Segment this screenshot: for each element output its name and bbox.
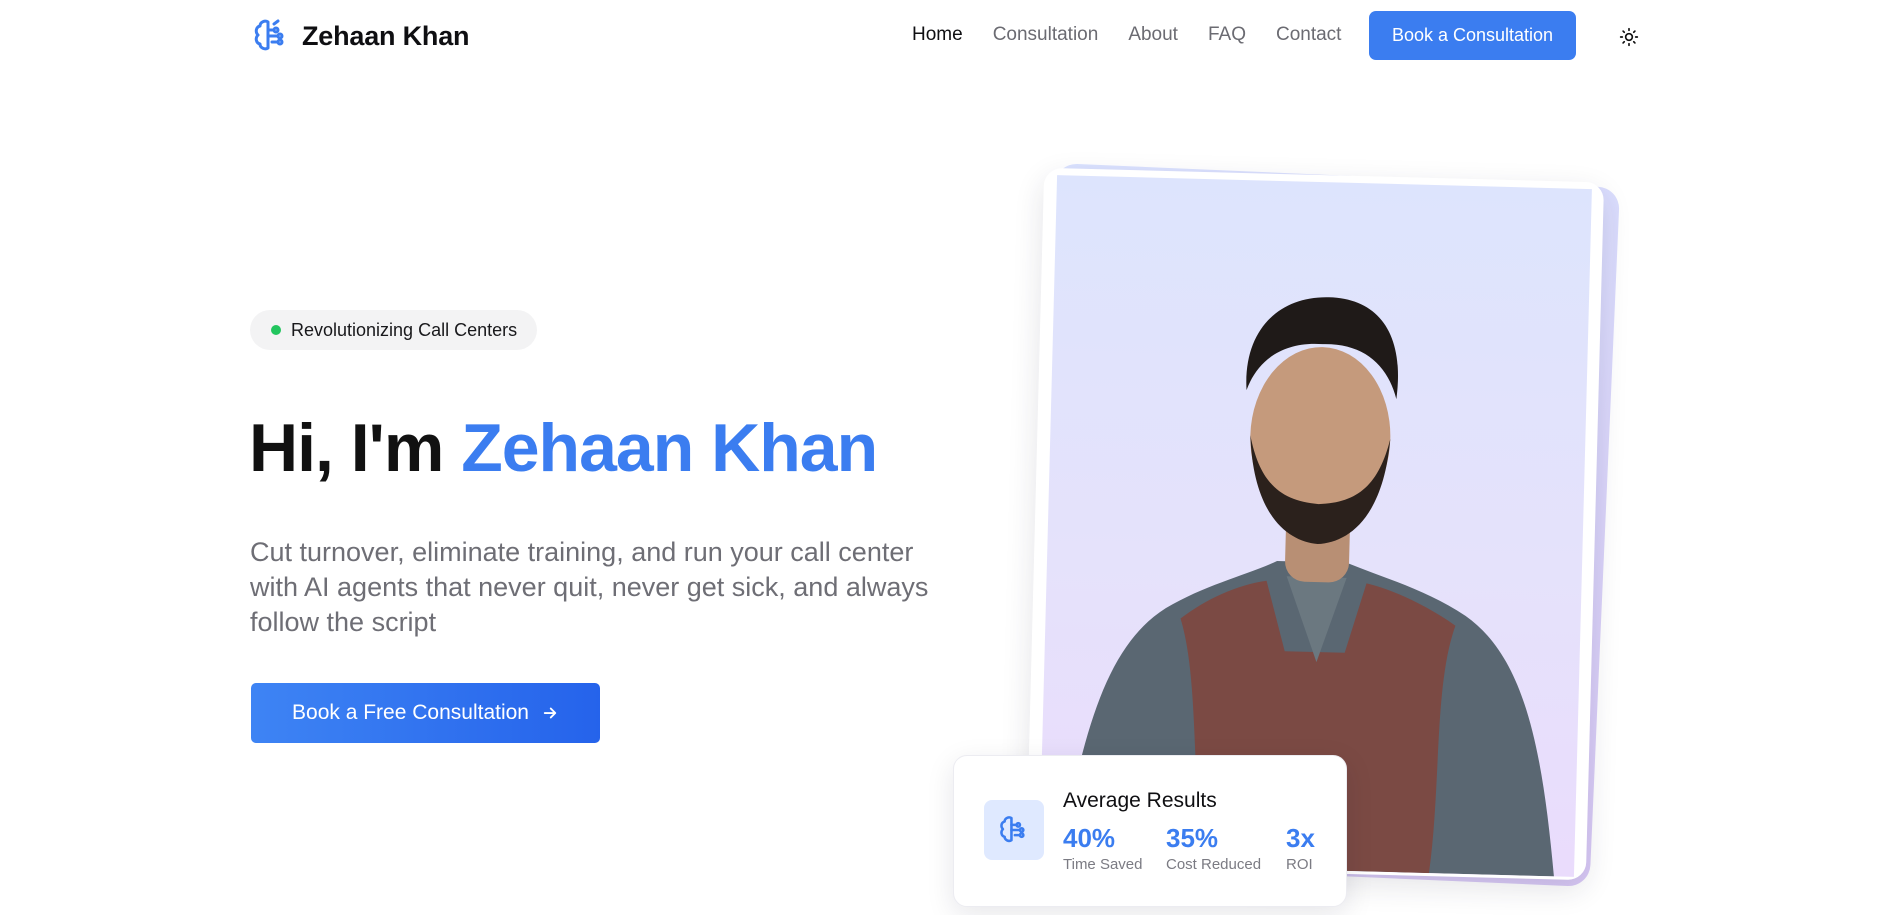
nav-contact[interactable]: Contact bbox=[1276, 24, 1341, 46]
nav-about[interactable]: About bbox=[1128, 24, 1178, 46]
stat-time-saved: 40% Time Saved bbox=[1063, 822, 1142, 873]
hero-title: Hi, I'm Zehaan Khan bbox=[249, 408, 878, 488]
brain-icon bbox=[250, 15, 292, 57]
results-title: Average Results bbox=[1063, 789, 1217, 812]
site-header: Zehaan Khan Home Consultation About FAQ … bbox=[0, 0, 1902, 72]
stat-label: Time Saved bbox=[1063, 856, 1143, 873]
brain-icon bbox=[984, 800, 1044, 860]
cta-label: Book a Free Consultation bbox=[292, 701, 529, 724]
main-nav: Home Consultation About FAQ Contact bbox=[912, 24, 1341, 46]
brand-name: Zehaan Khan bbox=[302, 20, 470, 51]
nav-faq[interactable]: FAQ bbox=[1208, 24, 1246, 46]
theme-toggle[interactable] bbox=[1616, 24, 1642, 50]
nav-consultation[interactable]: Consultation bbox=[993, 24, 1099, 46]
hero-subtitle: Cut turnover, eliminate training, and ru… bbox=[250, 537, 929, 637]
stat-cost-reduced: 35% Cost Reduced bbox=[1166, 822, 1261, 873]
stat-label: Cost Reduced bbox=[1166, 856, 1262, 873]
results-card: Average Results 40% Time Saved 35% Cost … bbox=[953, 755, 1347, 907]
stat-label: ROI bbox=[1286, 856, 1313, 873]
title-name: Zehaan Khan bbox=[461, 410, 878, 486]
arrow-right-icon bbox=[543, 707, 557, 719]
brand[interactable]: Zehaan Khan bbox=[250, 15, 470, 57]
badge-label: Revolutionizing Call Centers bbox=[291, 319, 518, 340]
stat-value: 3x bbox=[1286, 823, 1315, 853]
sun-icon bbox=[1619, 27, 1639, 47]
book-free-consultation-button[interactable]: Book a Free Consultation bbox=[251, 683, 600, 743]
book-consultation-button[interactable]: Book a Consultation bbox=[1369, 11, 1576, 60]
title-prefix: Hi, I'm bbox=[249, 410, 462, 486]
status-dot bbox=[271, 325, 281, 335]
stat-roi: 3x ROI bbox=[1286, 822, 1315, 873]
nav-home[interactable]: Home bbox=[912, 24, 963, 46]
stat-value: 35% bbox=[1166, 823, 1219, 853]
hero-badge: Revolutionizing Call Centers bbox=[250, 310, 538, 350]
stat-value: 40% bbox=[1063, 823, 1116, 853]
